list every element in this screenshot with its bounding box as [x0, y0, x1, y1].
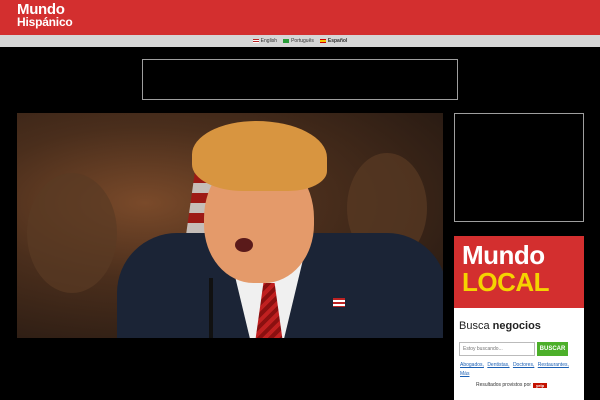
lang-english[interactable]: English — [252, 38, 278, 44]
hair — [192, 121, 327, 191]
lang-spanish[interactable]: Español — [319, 38, 348, 44]
lang-portuguese[interactable]: Português — [283, 38, 314, 44]
powered-text: Resultados provistos por — [476, 382, 532, 388]
category-links: Abogados, Dentistas, Doctores, Restauran… — [460, 361, 582, 379]
us-flag-icon — [252, 39, 259, 43]
side-ad-slot[interactable] — [454, 113, 584, 222]
search-button[interactable]: BUSCAR — [537, 342, 568, 356]
busca-bold: negocios — [492, 320, 541, 332]
language-bar: English Português Español — [0, 35, 600, 47]
lang-english-label: English — [260, 38, 278, 44]
category-link-restaurantes[interactable]: Restaurantes, — [538, 362, 569, 368]
busca-prefix: Busca — [459, 320, 490, 332]
business-search-input[interactable] — [459, 342, 535, 356]
top-ad-slot[interactable] — [142, 59, 458, 100]
site-header: Mundo Hispánico — [0, 0, 600, 35]
background-figure — [27, 173, 117, 293]
busca-heading: Busca negocios — [454, 308, 584, 332]
mundo-local-widget: Mundo LOCAL Busca negocios BUSCAR Abogad… — [454, 236, 584, 400]
category-link-doctores[interactable]: Doctores, — [513, 362, 534, 368]
yelp-logo-icon[interactable]: yelp — [533, 382, 548, 388]
mundo-local-logo-line2: LOCAL — [462, 267, 550, 297]
search-row: BUSCAR — [459, 342, 568, 356]
mouth — [235, 238, 253, 252]
mundo-local-logo-line1: Mundo — [462, 240, 545, 270]
logo-line2: Hispánico — [17, 15, 73, 29]
category-link-mas[interactable]: Más — [460, 371, 469, 377]
spain-flag-icon — [319, 39, 326, 43]
flag-pin-icon — [333, 298, 345, 307]
category-link-dentistas[interactable]: Dentistas, — [487, 362, 509, 368]
powered-by: Resultados provistos por yelp — [476, 382, 548, 388]
article-photo[interactable] — [17, 113, 443, 338]
lang-portuguese-label: Português — [291, 38, 314, 44]
category-link-abogados[interactable]: Abogados, — [460, 362, 484, 368]
brazil-flag-icon — [283, 39, 290, 43]
site-logo[interactable]: Mundo Hispánico — [17, 2, 73, 29]
lang-spanish-label: Español — [327, 38, 348, 44]
microphone — [209, 278, 213, 338]
mundo-local-logo[interactable]: Mundo LOCAL — [454, 236, 584, 308]
